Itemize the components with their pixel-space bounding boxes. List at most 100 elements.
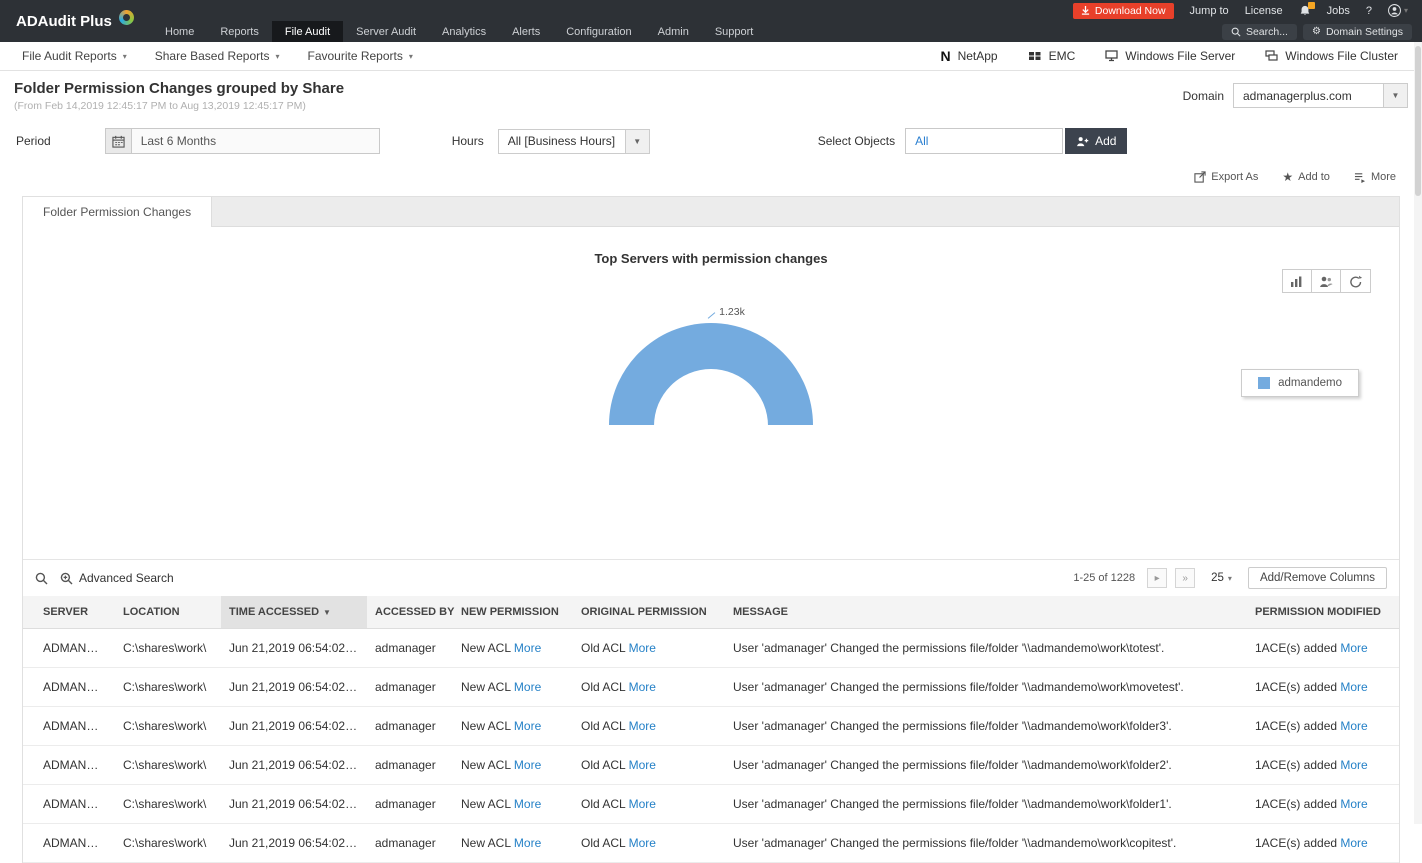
add-remove-columns-button[interactable]: Add/Remove Columns <box>1248 567 1387 589</box>
scrollbar-thumb[interactable] <box>1415 46 1421 196</box>
domain-select[interactable]: admanagerplus.com ▼ <box>1233 83 1408 108</box>
col-header-time-accessed[interactable]: TIME ACCESSED▼ <box>221 596 367 629</box>
original-permission-more-link[interactable]: More <box>629 758 656 772</box>
jump-to-link[interactable]: Jump to <box>1190 5 1229 17</box>
chevron-down-icon: ▾ <box>1228 574 1232 583</box>
table-search-button[interactable] <box>35 572 48 585</box>
nav-item-admin[interactable]: Admin <box>645 21 702 42</box>
cell-accessed-by: admanager <box>367 785 453 824</box>
col-header-accessed-by[interactable]: ACCESSED BY <box>367 596 453 629</box>
file-server-icon <box>1105 50 1118 62</box>
original-permission-more-link[interactable]: More <box>629 797 656 811</box>
new-permission-more-link[interactable]: More <box>514 797 541 811</box>
menu-file-audit-reports[interactable]: File Audit Reports▾ <box>8 49 141 63</box>
server-type-windows-file-cluster[interactable]: Windows File Cluster <box>1265 49 1398 63</box>
app-logo[interactable]: ADAudit Plus <box>0 0 152 42</box>
reports-toolbar: File Audit Reports▾ Share Based Reports▾… <box>0 42 1422 71</box>
filter-bar: Period Hours All [Business Hours] ▼ Sele… <box>0 114 1422 162</box>
nav-item-home[interactable]: Home <box>152 21 207 42</box>
permission-modified-more-link[interactable]: More <box>1340 680 1367 694</box>
new-permission-more-link[interactable]: More <box>514 758 541 772</box>
star-icon: ★ <box>1282 170 1293 184</box>
table-row[interactable]: ADMANDEMO C:\shares\work\ Jun 21,2019 06… <box>23 668 1399 707</box>
donut-segment-admandemo[interactable] <box>609 323 813 425</box>
chart-legend[interactable]: admandemo <box>1241 369 1359 397</box>
period-input[interactable] <box>132 128 380 154</box>
half-donut-chart[interactable]: 1.23k <box>609 323 813 425</box>
advanced-search-button[interactable]: Advanced Search <box>60 571 174 585</box>
users-icon <box>1319 275 1333 288</box>
chart-type-button[interactable] <box>1283 270 1312 292</box>
last-page-button[interactable]: » <box>1175 568 1195 588</box>
app-header: ADAudit Plus Download Now Jump to Licens… <box>0 0 1422 42</box>
page-size-select[interactable]: 25 ▾ <box>1211 572 1232 584</box>
permission-modified-more-link[interactable]: More <box>1340 641 1367 655</box>
server-type-netapp[interactable]: N NetApp <box>940 48 997 64</box>
export-as-button[interactable]: Export As <box>1194 171 1258 183</box>
notifications-button[interactable] <box>1299 5 1311 17</box>
original-permission-more-link[interactable]: More <box>629 719 656 733</box>
new-permission-more-link[interactable]: More <box>514 719 541 733</box>
hours-select[interactable]: All [Business Hours] ▼ <box>498 129 650 154</box>
permission-modified-more-link[interactable]: More <box>1340 758 1367 772</box>
scrollbar[interactable] <box>1414 42 1422 824</box>
permission-modified-more-link[interactable]: More <box>1340 797 1367 811</box>
original-permission-more-link[interactable]: More <box>629 641 656 655</box>
chevron-down-icon: ▼ <box>1383 84 1407 107</box>
new-permission-more-link[interactable]: More <box>514 836 541 850</box>
next-page-button[interactable]: ▸ <box>1147 568 1167 588</box>
chevron-down-icon: ▾ <box>275 52 279 61</box>
chart-users-button[interactable] <box>1312 270 1341 292</box>
server-type-windows-file-server[interactable]: Windows File Server <box>1105 49 1235 63</box>
nav-item-analytics[interactable]: Analytics <box>429 21 499 42</box>
jobs-link[interactable]: Jobs <box>1327 5 1350 17</box>
nav-item-alerts[interactable]: Alerts <box>499 21 553 42</box>
table-row[interactable]: ADMANDEMO C:\shares\work\ Jun 21,2019 06… <box>23 824 1399 863</box>
profile-menu-button[interactable]: ▾ <box>1388 4 1408 17</box>
col-header-location[interactable]: LOCATION <box>115 596 221 629</box>
add-object-button[interactable]: Add <box>1065 128 1127 154</box>
table-row[interactable]: ADMANDEMO C:\shares\work\ Jun 21,2019 06… <box>23 707 1399 746</box>
domain-settings-button[interactable]: ⚙ Domain Settings <box>1303 24 1412 40</box>
cell-original-permission: Old ACL More <box>573 707 725 746</box>
col-header-message[interactable]: MESSAGE <box>725 596 1247 629</box>
more-actions-button[interactable]: More <box>1354 171 1396 183</box>
select-objects-input[interactable] <box>905 128 1063 154</box>
col-header-original-permission[interactable]: ORIGINAL PERMISSION <box>573 596 725 629</box>
global-search-button[interactable]: Search... <box>1222 24 1297 40</box>
nav-item-file-audit[interactable]: File Audit <box>272 21 343 42</box>
chevron-down-icon: ▼ <box>625 130 649 153</box>
download-now-button[interactable]: Download Now <box>1073 3 1174 19</box>
cell-accessed-by: admanager <box>367 629 453 668</box>
license-link[interactable]: License <box>1245 5 1283 17</box>
page-header: Folder Permission Changes grouped by Sha… <box>0 71 1422 114</box>
help-button[interactable]: ? <box>1366 5 1372 17</box>
nav-item-support[interactable]: Support <box>702 21 767 42</box>
table-row[interactable]: ADMANDEMO C:\shares\work\ Jun 21,2019 06… <box>23 785 1399 824</box>
permission-modified-more-link[interactable]: More <box>1340 836 1367 850</box>
add-to-favourites-button[interactable]: ★ Add to <box>1282 170 1330 184</box>
col-header-new-permission[interactable]: NEW PERMISSION <box>453 596 573 629</box>
menu-favourite-reports[interactable]: Favourite Reports▾ <box>293 49 426 63</box>
nav-item-configuration[interactable]: Configuration <box>553 21 644 42</box>
server-type-emc[interactable]: EMC <box>1028 49 1076 63</box>
table-row[interactable]: ADMANDEMO C:\shares\work\ Jun 21,2019 06… <box>23 629 1399 668</box>
cell-new-permission: New ACL More <box>453 629 573 668</box>
cell-message: User 'admanager' Changed the permissions… <box>725 707 1247 746</box>
nav-item-reports[interactable]: Reports <box>207 21 272 42</box>
original-permission-more-link[interactable]: More <box>629 836 656 850</box>
permission-modified-more-link[interactable]: More <box>1340 719 1367 733</box>
table-row[interactable]: ADMANDEMO C:\shares\work\ Jun 21,2019 06… <box>23 746 1399 785</box>
menu-share-based-reports[interactable]: Share Based Reports▾ <box>141 49 294 63</box>
hours-label: Hours <box>452 134 484 148</box>
cell-permission-modified: 1ACE(s) added More <box>1247 629 1399 668</box>
nav-item-server-audit[interactable]: Server Audit <box>343 21 429 42</box>
col-header-server[interactable]: SERVER <box>23 596 115 629</box>
new-permission-more-link[interactable]: More <box>514 680 541 694</box>
original-permission-more-link[interactable]: More <box>629 680 656 694</box>
calendar-button[interactable] <box>105 128 132 154</box>
new-permission-more-link[interactable]: More <box>514 641 541 655</box>
chart-refresh-button[interactable] <box>1341 270 1370 292</box>
col-header-permission-modified[interactable]: PERMISSION MODIFIED <box>1247 596 1399 629</box>
tab-folder-permission-changes[interactable]: Folder Permission Changes <box>23 197 212 227</box>
